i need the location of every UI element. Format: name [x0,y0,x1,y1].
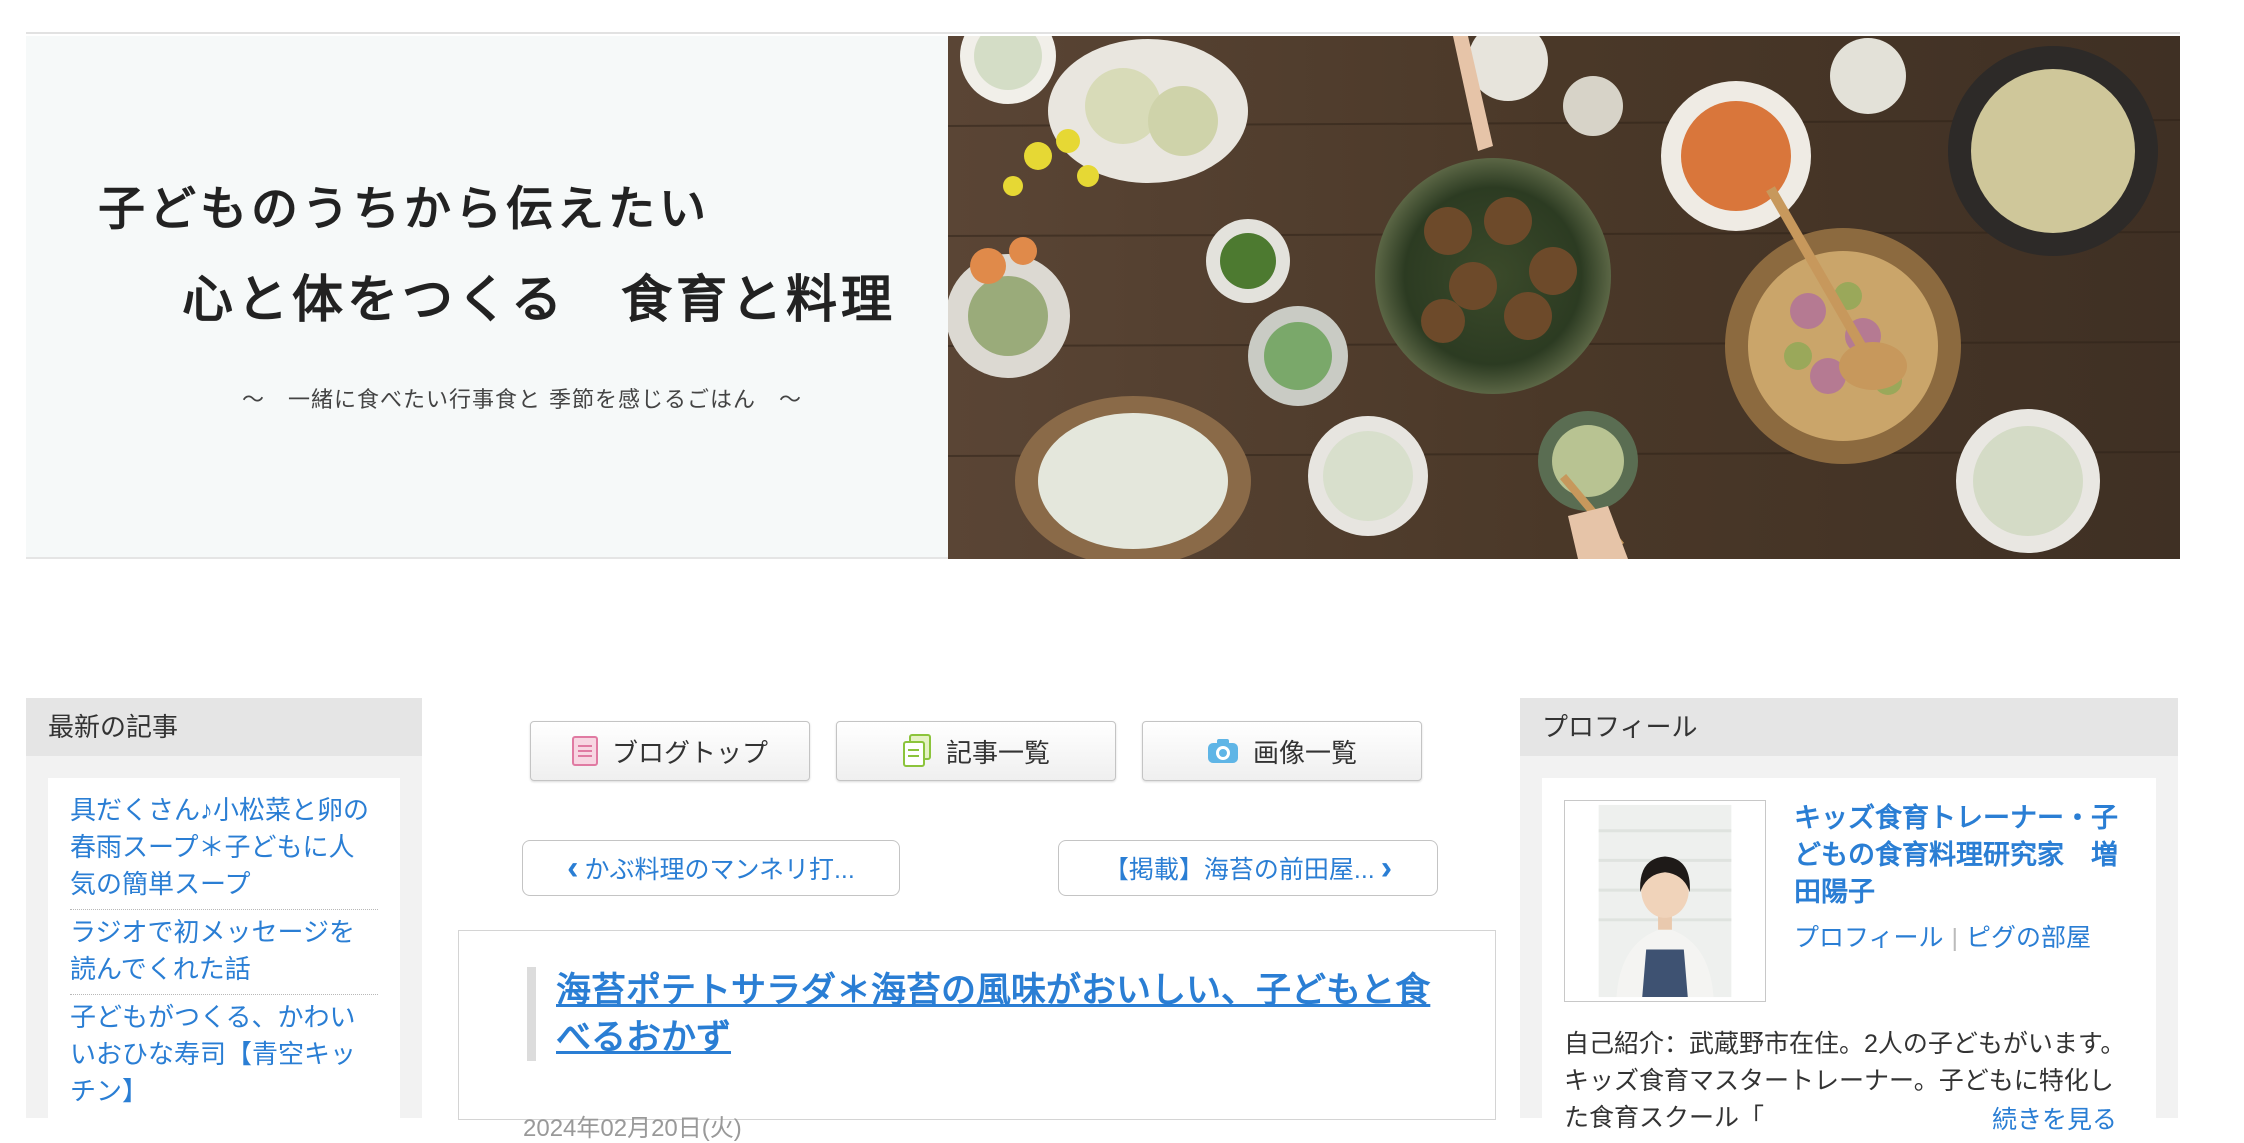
latest-article-link[interactable]: ラジオで初メッセージを読んでくれた話 [70,910,378,995]
chevron-right-icon: › [1380,849,1393,887]
header-food-photo [948,36,2180,559]
camera-icon [1207,739,1238,763]
image-list-label: 画像一覧 [1252,737,1357,768]
blog-title-area[interactable]: 子どものうちから伝えたい 心と体をつくる 食育と料理 ～ 一緒に食べたい行事食と… [26,36,948,559]
profile-links: プロフィール | ピグの部屋 [1794,918,2091,954]
pig-room-link[interactable]: ピグの部屋 [1966,924,2091,952]
profile-sidebar: プロフィール キッズ食育トレーナー・子どもの食育料理研究家 増田陽子 プロフィー… [1520,698,2178,1136]
pages-icon [902,734,931,767]
article-date: 2024年02月20日(火) [523,1115,742,1142]
profile-avatar[interactable] [1564,800,1766,1002]
chevron-left-icon: ‹ [567,849,579,887]
latest-articles-list: 具だくさん♪小松菜と卵の春雨スープ＊子どもに人気の簡単スープ ラジオで初メッセー… [48,778,400,1116]
latest-article-link[interactable]: 子どもがつくる、かわいいおひな寿司【青空キッチン】 [70,995,378,1116]
article-title-link[interactable]: 海苔ポテトサラダ＊海苔の風味がおいしい、子どもと食べるおかず [527,967,1436,1061]
prev-article-label: かぶ料理のマンネリ打... [584,856,855,884]
profile-link[interactable]: プロフィール [1794,924,1944,952]
profile-name-link[interactable]: キッズ食育トレーナー・子どもの食育料理研究家 増田陽子 [1794,800,2130,911]
link-separator: | [1951,924,1959,952]
article-card: 海苔ポテトサラダ＊海苔の風味がおいしい、子どもと食べるおかず 2024年02月2… [458,930,1496,1142]
blog-title-line2: 心と体をつくる 食育と料理 [182,270,896,330]
latest-article-link[interactable]: 具だくさん♪小松菜と卵の春雨スープ＊子どもに人気の簡単スープ [70,788,378,910]
document-icon [571,736,598,766]
profile-heading: プロフィール [1520,698,2178,756]
latest-articles-sidebar: 最新の記事 具だくさん♪小松菜と卵の春雨スープ＊子どもに人気の簡単スープ ラジオ… [26,698,422,1118]
next-article-label: 【掲載】海苔の前田屋... [1103,856,1375,884]
read-more-link[interactable]: 続きを見る [1984,1100,2118,1136]
blog-top-label: ブログトップ [611,737,768,768]
prev-article-button[interactable]: ‹ かぶ料理のマンネリ打... [522,840,900,896]
profile-panel: キッズ食育トレーナー・子どもの食育料理研究家 増田陽子 プロフィール | ピグの部屋… [1542,778,2156,1136]
header-top-divider [26,32,2180,34]
blog-title-line1: 子どものうちから伝えたい [98,182,710,237]
article-list-label: 記事一覧 [945,737,1050,768]
next-article-button[interactable]: 【掲載】海苔の前田屋... › [1058,840,1438,896]
blog-header[interactable]: 子どものうちから伝えたい 心と体をつくる 食育と料理 ～ 一緒に食べたい行事食と… [26,36,2180,559]
latest-articles-panel: 具だくさん♪小松菜と卵の春雨スープ＊子どもに人気の簡単スープ ラジオで初メッセー… [48,778,400,1118]
blog-top-button[interactable]: ブログトップ [530,721,810,781]
latest-articles-heading: 最新の記事 [26,698,422,756]
article-list-button[interactable]: 記事一覧 [836,721,1116,781]
blog-subtitle: ～ 一緒に食べたい行事食と 季節を感じるごはん ～ [242,388,802,413]
image-list-button[interactable]: 画像一覧 [1142,721,1422,781]
